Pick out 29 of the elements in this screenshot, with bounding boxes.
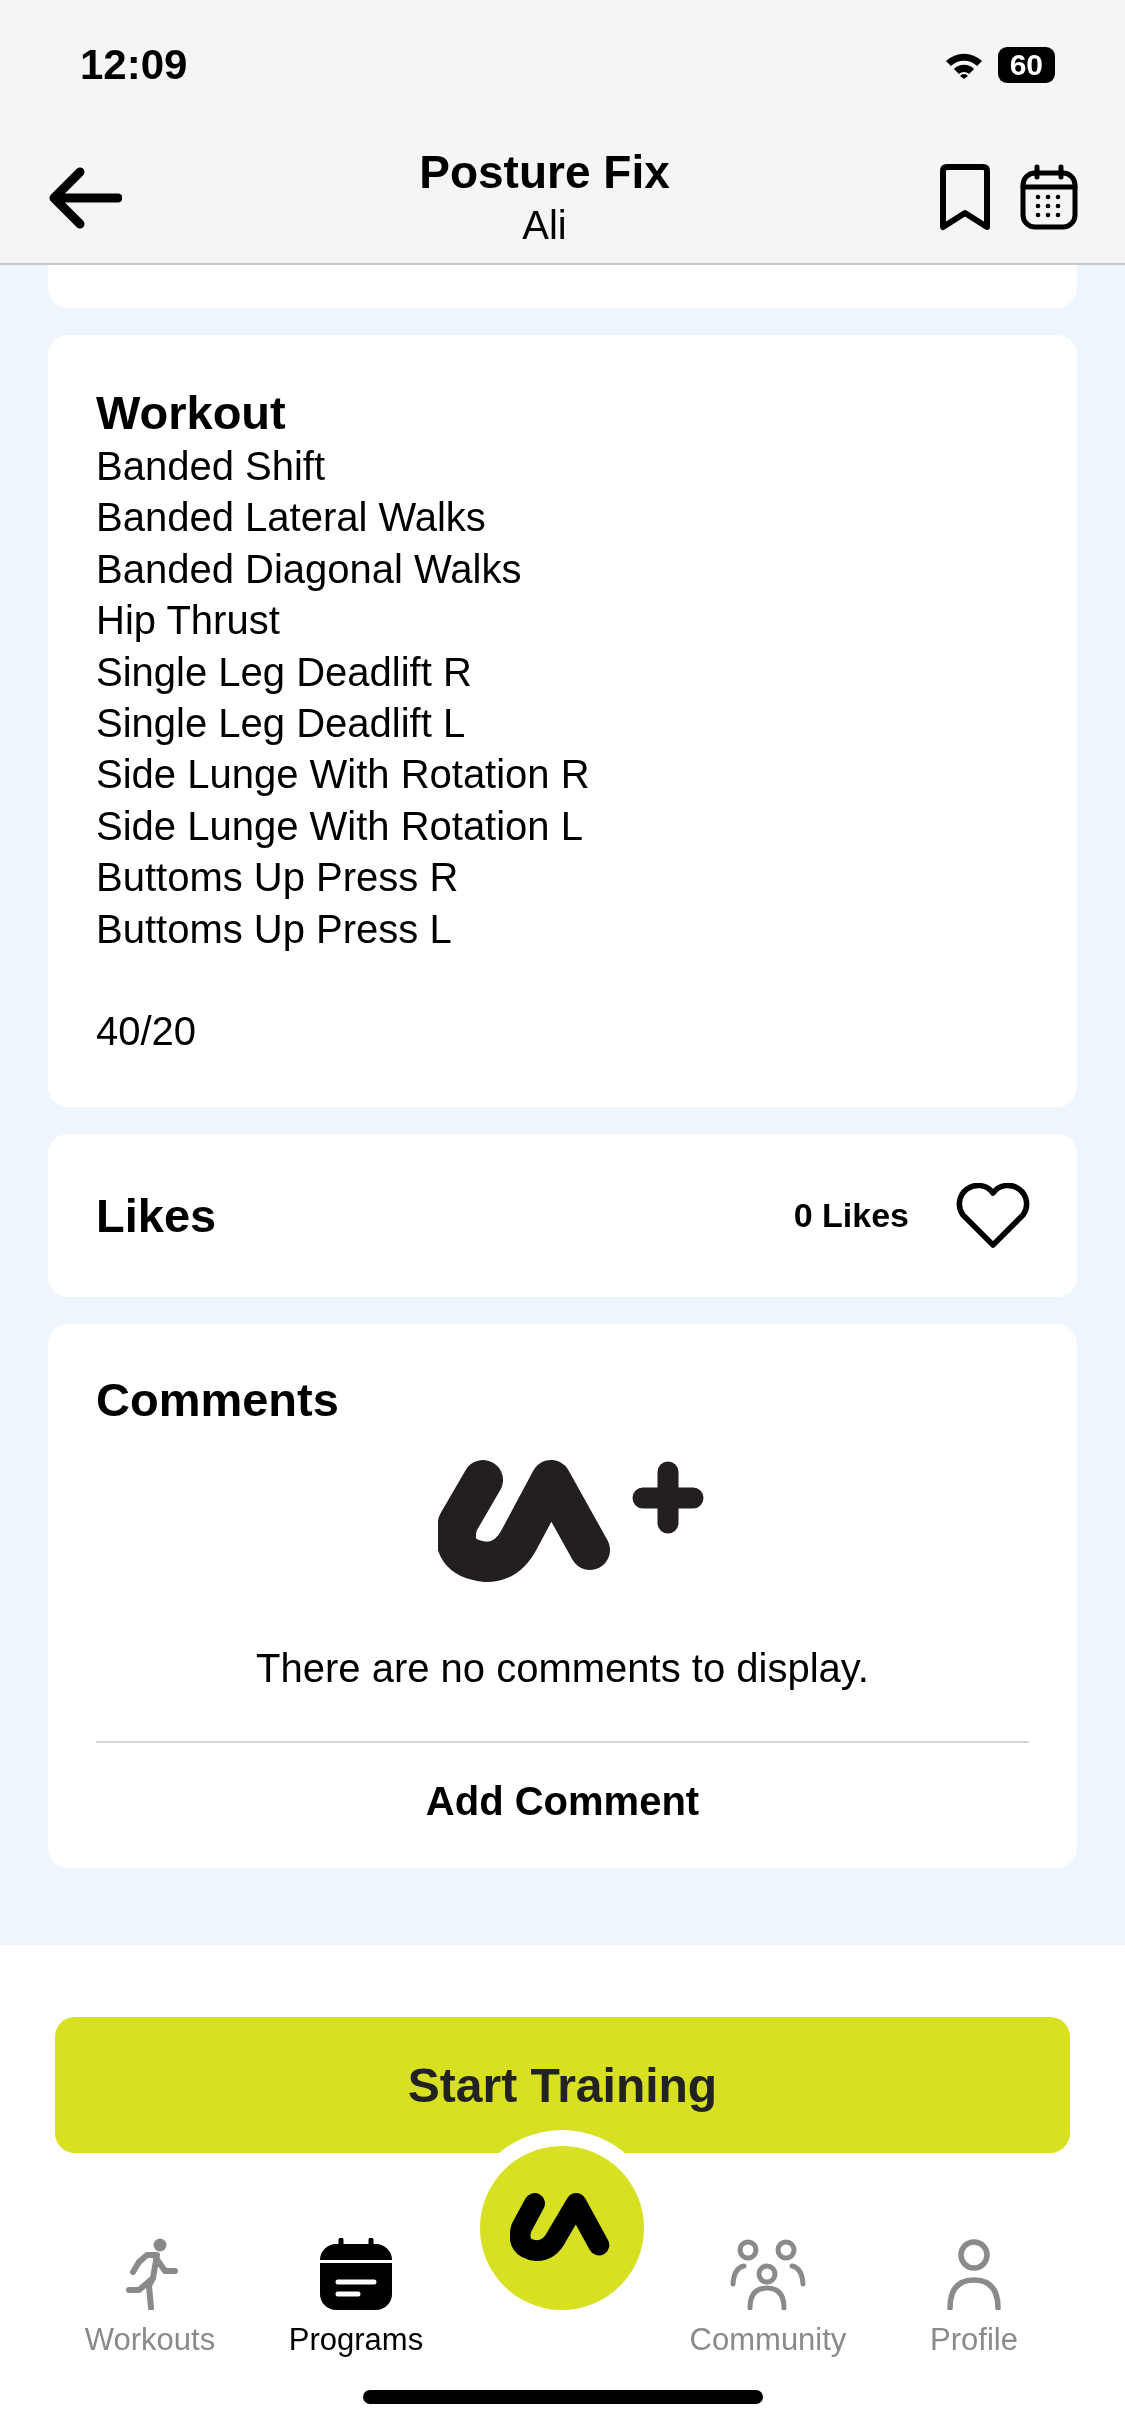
add-comment-button[interactable]: Add Comment <box>405 1765 720 1839</box>
calendar-icon[interactable] <box>1019 162 1079 231</box>
workout-note: 40/20 <box>96 1008 198 1056</box>
tab-item[interactable]: Programs <box>253 2238 459 2360</box>
exercise-item: Banded Lateral Walks <box>96 494 487 542</box>
exercise-item: Buttoms Up Press R <box>96 854 460 902</box>
section-title: Workout <box>96 385 287 441</box>
exercise-item: Banded Diagonal Walks <box>96 545 523 593</box>
start-training-button[interactable]: Start Training <box>55 2017 1070 2153</box>
section-title: Comments <box>96 1372 340 1429</box>
calendar-icon <box>320 2238 392 2310</box>
section-title: Likes <box>96 1187 217 1244</box>
exercise-item: Hip Thrust <box>96 597 281 645</box>
empty-message: There are no comments to display. <box>255 1645 870 1693</box>
exercise-item: Banded Shift <box>96 443 327 490</box>
exercise-item: Buttoms Up Press L <box>96 905 453 953</box>
page-subtitle: Ali <box>522 201 567 249</box>
exercise-item: Single Leg Deadlift R <box>96 648 473 696</box>
exercise-item: Side Lunge With Rotation R <box>96 751 591 799</box>
bookmark-icon[interactable] <box>937 162 993 231</box>
people-icon <box>730 2238 806 2310</box>
heart-icon[interactable] <box>955 1182 1031 1249</box>
exercise-item: Single Leg Deadlift L <box>96 700 467 748</box>
exercise-item: Side Lunge With Rotation L <box>96 802 584 850</box>
person-icon <box>946 2238 1002 2310</box>
clock-time: 12:09 <box>80 41 188 89</box>
battery-icon: 60 <box>997 47 1055 83</box>
page-title: Posture Fix <box>419 144 670 200</box>
likes-count: 0 Likes <box>793 1196 909 1236</box>
